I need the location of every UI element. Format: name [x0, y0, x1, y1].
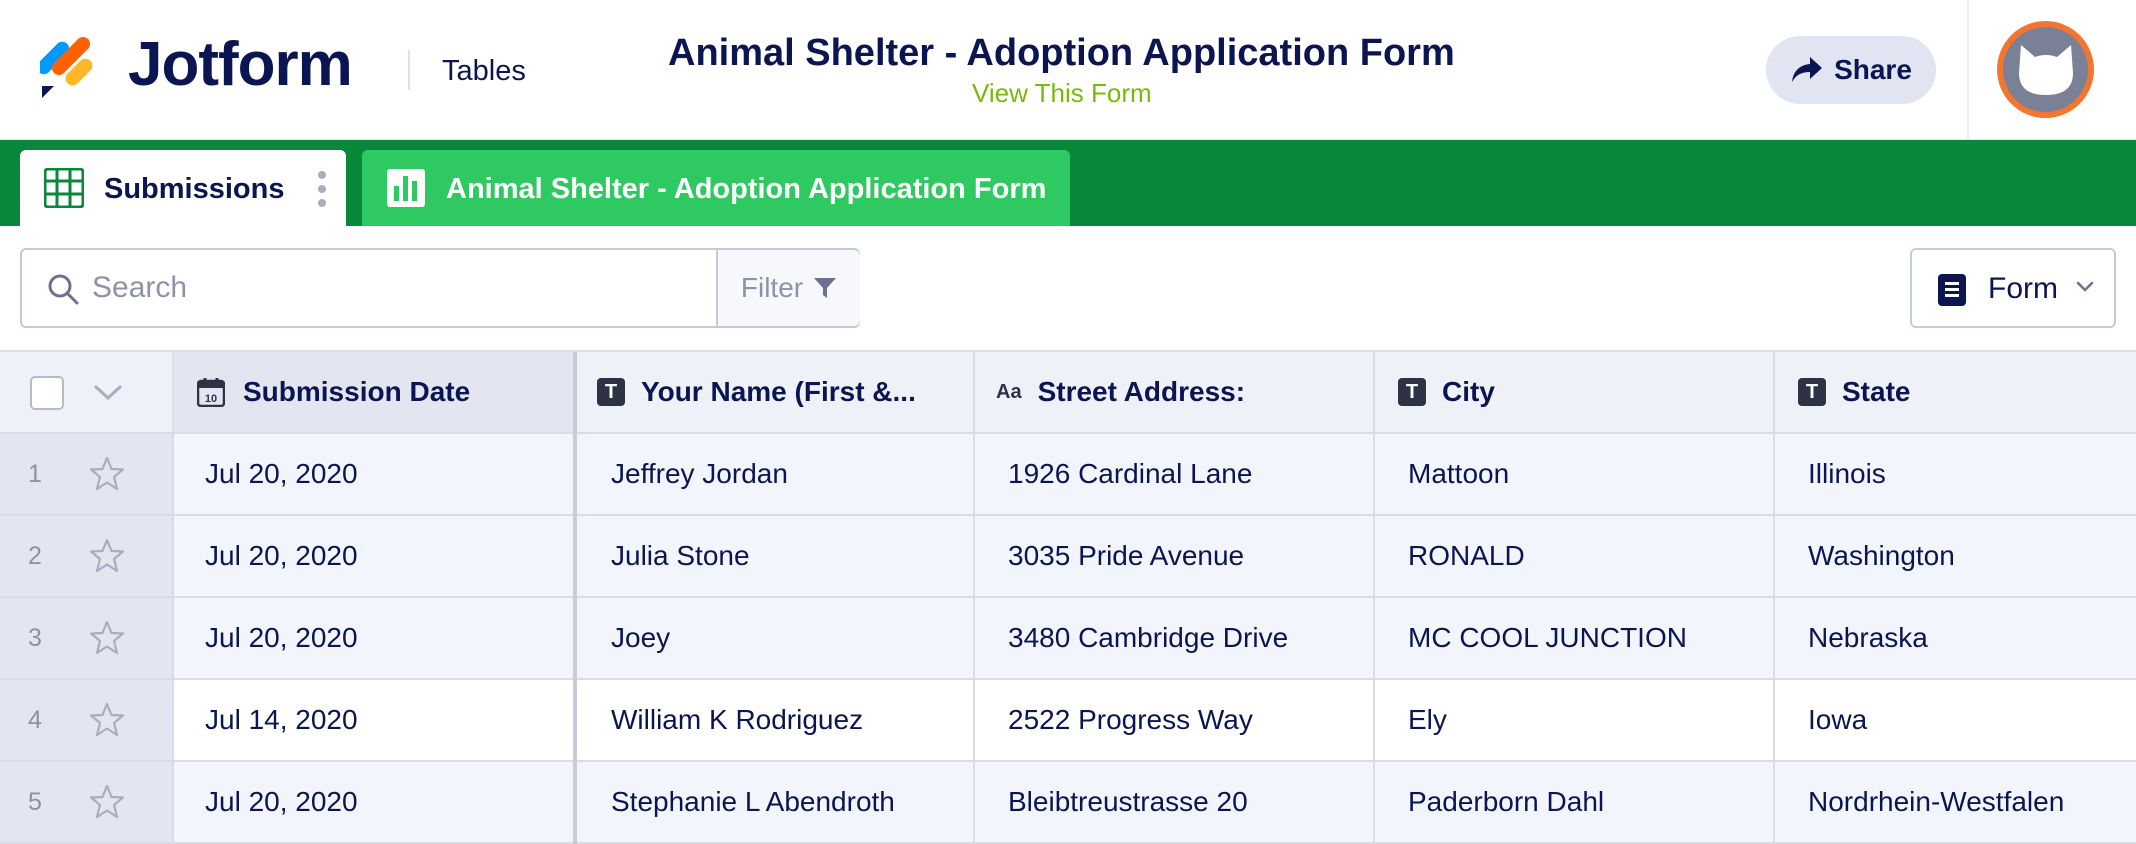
filter-button[interactable]: Filter [716, 250, 860, 326]
cell-submission-date[interactable]: Jul 20, 2020 [173, 598, 575, 678]
row-number: 3 [28, 623, 42, 652]
view-dropdown-label: Form [1988, 272, 2058, 305]
cell-street-address[interactable]: 3035 Pride Avenue [974, 516, 1374, 596]
row-number: 5 [28, 787, 42, 816]
cell-submission-date[interactable]: Jul 20, 2020 [173, 434, 575, 514]
more-options-icon[interactable] [316, 170, 328, 208]
header-your-name[interactable]: T Your Name (First &... [577, 352, 974, 432]
header-street-address[interactable]: Aa Street Address: [974, 352, 1374, 432]
cell-street-address[interactable]: 3480 Cambridge Drive [974, 598, 1374, 678]
cell-state[interactable]: Illinois [1774, 434, 2136, 514]
row-number: 1 [28, 459, 42, 488]
header-label: City [1442, 376, 1495, 407]
cell-street-address[interactable]: 2522 Progress Way [974, 680, 1374, 760]
table-header-row: 10 Submission Date T Your Name (First &.… [0, 352, 2136, 434]
cell-submission-date[interactable]: Jul 20, 2020 [173, 516, 575, 596]
aa-icon: Aa [996, 380, 1022, 403]
header-label: State [1842, 376, 1911, 407]
table-row[interactable]: 3 Jul 20, 2020 Joey 3480 Cambridge Drive… [0, 598, 2136, 680]
brand-name[interactable]: Jotform [128, 28, 353, 102]
row-number: 4 [28, 705, 42, 734]
header-control-cell [0, 352, 173, 432]
top-header: Jotform Tables Animal Shelter - Adoption… [0, 0, 2136, 140]
view-dropdown[interactable]: Form [1910, 248, 2116, 328]
star-icon[interactable] [88, 538, 126, 574]
star-icon[interactable] [88, 620, 126, 656]
chevron-down-icon[interactable] [92, 384, 124, 402]
table-row[interactable]: 2 Jul 20, 2020 Julia Stone 3035 Pride Av… [0, 516, 2136, 598]
filter-label: Filter [740, 272, 804, 303]
funnel-icon [814, 278, 837, 298]
share-button[interactable]: Share [1766, 36, 1936, 104]
submissions-table: 10 Submission Date T Your Name (First &.… [0, 350, 2136, 844]
avatar-image [2003, 27, 2088, 112]
star-icon[interactable] [88, 456, 126, 492]
cell-your-name[interactable]: Stephanie L Abendroth [577, 762, 974, 842]
cat-avatar-icon [2018, 44, 2073, 95]
tab-bar: Submissions Animal Shelter - Adoption Ap… [0, 140, 2136, 226]
svg-text:10: 10 [205, 393, 217, 405]
tab-submissions-label: Submissions [104, 173, 285, 205]
text-t-icon: T [597, 378, 625, 406]
jotform-logo-icon[interactable] [40, 30, 100, 100]
row-number: 2 [28, 541, 42, 570]
star-icon[interactable] [88, 702, 126, 738]
cell-city[interactable]: Paderborn Dahl [1374, 762, 1774, 842]
grid-table-icon [44, 168, 84, 208]
chevron-down-icon [2076, 281, 2094, 292]
form-title: Animal Shelter - Adoption Application Fo… [668, 32, 1455, 74]
cell-your-name[interactable]: Joey [577, 598, 974, 678]
cell-your-name[interactable]: William K Rodriguez [577, 680, 974, 760]
cell-submission-date[interactable]: Jul 20, 2020 [173, 762, 575, 842]
table-row[interactable]: 1 Jul 20, 2020 Jeffrey Jordan 1926 Cardi… [0, 434, 2136, 516]
share-arrow-icon [1792, 57, 1823, 82]
tab-form-report[interactable]: Animal Shelter - Adoption Application Fo… [362, 150, 1070, 226]
search-input[interactable] [92, 266, 712, 310]
header-city[interactable]: T City [1374, 352, 1774, 432]
calendar-icon: 10 [197, 378, 225, 407]
search-icon [48, 274, 79, 305]
cell-state[interactable]: Nebraska [1774, 598, 2136, 678]
tab-submissions[interactable]: Submissions [20, 150, 346, 226]
share-label: Share [1834, 54, 1912, 85]
select-all-checkbox[interactable] [30, 376, 64, 410]
pinned-column-divider[interactable] [573, 352, 577, 844]
text-t-icon: T [1398, 378, 1426, 406]
document-icon [1938, 274, 1966, 306]
product-section-label[interactable]: Tables [442, 54, 526, 88]
header-state[interactable]: T State [1774, 352, 2136, 432]
cell-state[interactable]: Nordrhein-Westfalen [1774, 762, 2136, 842]
header-label: Street Address: [1037, 376, 1246, 407]
header-submission-date[interactable]: 10 Submission Date [173, 352, 575, 432]
cell-submission-date[interactable]: Jul 14, 2020 [173, 680, 575, 760]
table-row[interactable]: 5 Jul 20, 2020 Stephanie L Abendroth Ble… [0, 762, 2136, 844]
cell-state[interactable]: Washington [1774, 516, 2136, 596]
cell-city[interactable]: RONALD [1374, 516, 1774, 596]
cell-city[interactable]: Ely [1374, 680, 1774, 760]
tab-form-label: Animal Shelter - Adoption Application Fo… [446, 173, 1047, 205]
cell-street-address[interactable]: Bleibtreustrasse 20 [974, 762, 1374, 842]
report-bars-icon [387, 169, 425, 207]
cell-your-name[interactable]: Julia Stone [577, 516, 974, 596]
view-form-link[interactable]: View This Form [972, 78, 1152, 108]
cell-street-address[interactable]: 1926 Cardinal Lane [974, 434, 1374, 514]
header-divider [408, 50, 410, 90]
cell-city[interactable]: Mattoon [1374, 434, 1774, 514]
cell-state[interactable]: Iowa [1774, 680, 2136, 760]
cell-city[interactable]: MC COOL JUNCTION [1374, 598, 1774, 678]
cell-your-name[interactable]: Jeffrey Jordan [577, 434, 974, 514]
star-icon[interactable] [88, 784, 126, 820]
search-box: Filter [20, 248, 860, 328]
header-label: Your Name (First &... [641, 376, 916, 407]
avatar[interactable] [1997, 21, 2094, 118]
text-t-icon: T [1798, 378, 1826, 406]
header-label: Submission Date [243, 376, 471, 407]
header-separator [1967, 0, 1969, 140]
table-row[interactable]: 4 Jul 14, 2020 William K Rodriguez 2522 … [0, 680, 2136, 762]
